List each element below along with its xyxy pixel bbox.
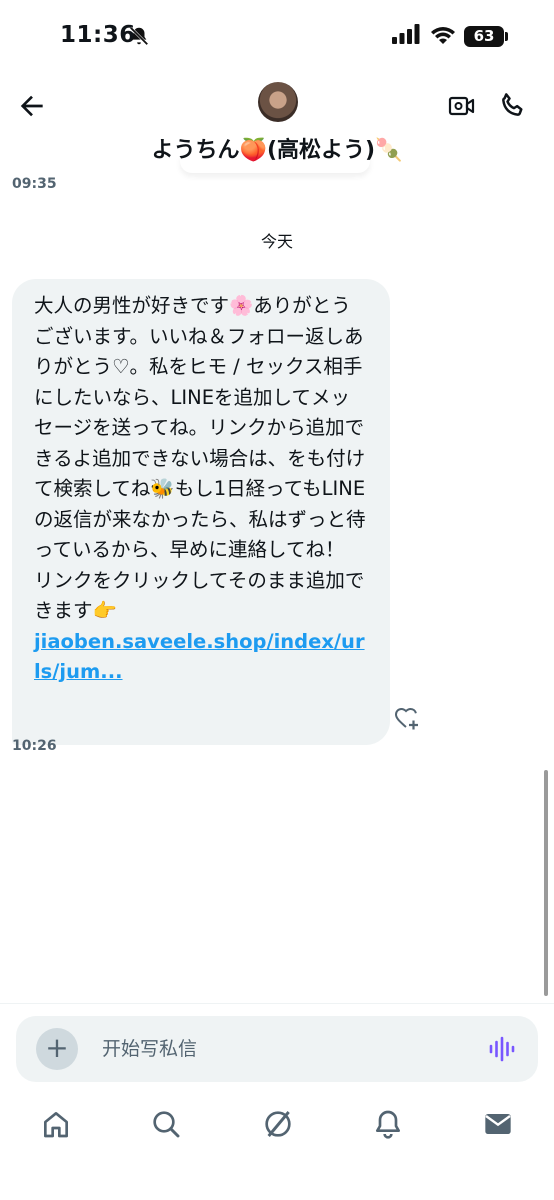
bell-muted-icon — [129, 26, 149, 46]
message-link[interactable]: jiaoben.saveele.shop/index/urls/jum... — [34, 627, 368, 688]
timestamp: 10:26 — [12, 738, 57, 754]
timestamp: 09:35 — [12, 176, 57, 192]
day-separator: 今天 — [260, 232, 293, 251]
message-bubble[interactable]: 大人の男性が好きです🌸ありがとうございます。いいね＆フォロー返しありがとう♡。私… — [12, 279, 390, 745]
status-bar: 11:36 63 — [0, 0, 554, 72]
voice-wave-icon[interactable] — [488, 1036, 516, 1062]
plus-icon[interactable]: + — [36, 1028, 78, 1070]
signal-icon — [392, 24, 420, 44]
wifi-icon — [431, 27, 455, 44]
header-card-shadow — [180, 155, 370, 173]
video-call-icon[interactable] — [448, 94, 476, 118]
composer-divider — [0, 1003, 554, 1004]
phone-icon[interactable] — [498, 90, 528, 120]
message-composer: + — [16, 1016, 538, 1082]
battery-indicator: 63 — [464, 26, 504, 47]
arrow-left-icon[interactable] — [16, 90, 48, 122]
heart-plus-icon[interactable] — [394, 706, 420, 732]
contact-avatar[interactable] — [258, 82, 298, 122]
battery-nub — [505, 32, 508, 41]
home-notification-dot — [0, 1100, 554, 1150]
status-time: 11:36 — [60, 22, 136, 48]
scrollbar[interactable] — [544, 770, 548, 996]
message-text: 大人の男性が好きです🌸ありがとうございます。いいね＆フォロー返しありがとう♡。私… — [34, 294, 366, 622]
message-input[interactable] — [102, 1016, 462, 1082]
